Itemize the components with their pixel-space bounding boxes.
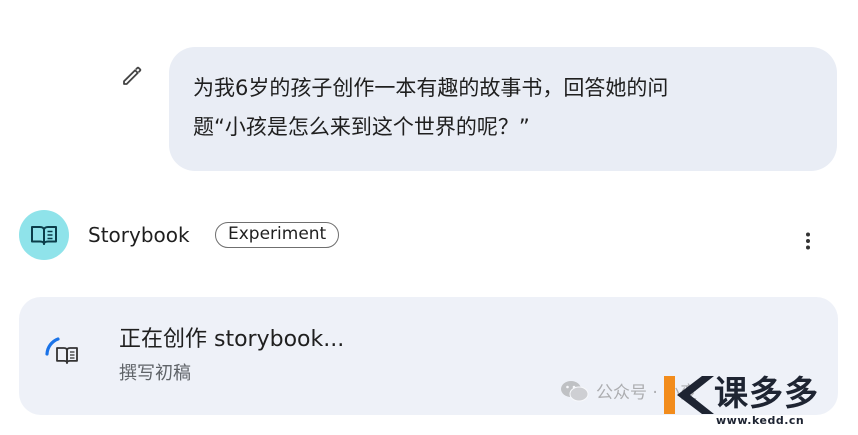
more-vert-icon xyxy=(806,232,810,250)
open-book-icon xyxy=(56,347,78,364)
kedd-k-logo-icon xyxy=(664,376,714,414)
loading-spinner-icon xyxy=(45,337,78,364)
brand-name: 课多多 xyxy=(714,374,819,414)
status-subtitle: 撰写初稿 xyxy=(119,363,191,384)
storybook-avatar xyxy=(19,210,69,260)
prompt-text-line-2: 题“小孩是怎么来到这个世界的呢？” xyxy=(193,115,530,139)
brand-url: www.kedd.cn xyxy=(716,414,805,427)
agent-name: Storybook xyxy=(88,223,190,247)
status-title: 正在创作 storybook... xyxy=(119,327,345,352)
experiment-badge: Experiment xyxy=(215,222,340,248)
kedd-logo: 课多多 xyxy=(658,372,819,416)
open-book-icon xyxy=(31,226,57,245)
prompt-text-line-1: 为我6岁的孩子创作一本有趣的故事书，回答她的问 xyxy=(193,76,669,100)
edit-prompt-button[interactable] xyxy=(120,64,144,88)
more-options-button[interactable] xyxy=(796,229,820,253)
pencil-icon xyxy=(123,66,142,85)
user-prompt-bubble: 为我6岁的孩子创作一本有趣的故事书，回答她的问 题“小孩是怎么来到这个世界的呢？… xyxy=(169,47,837,171)
wechat-icon xyxy=(561,380,589,401)
